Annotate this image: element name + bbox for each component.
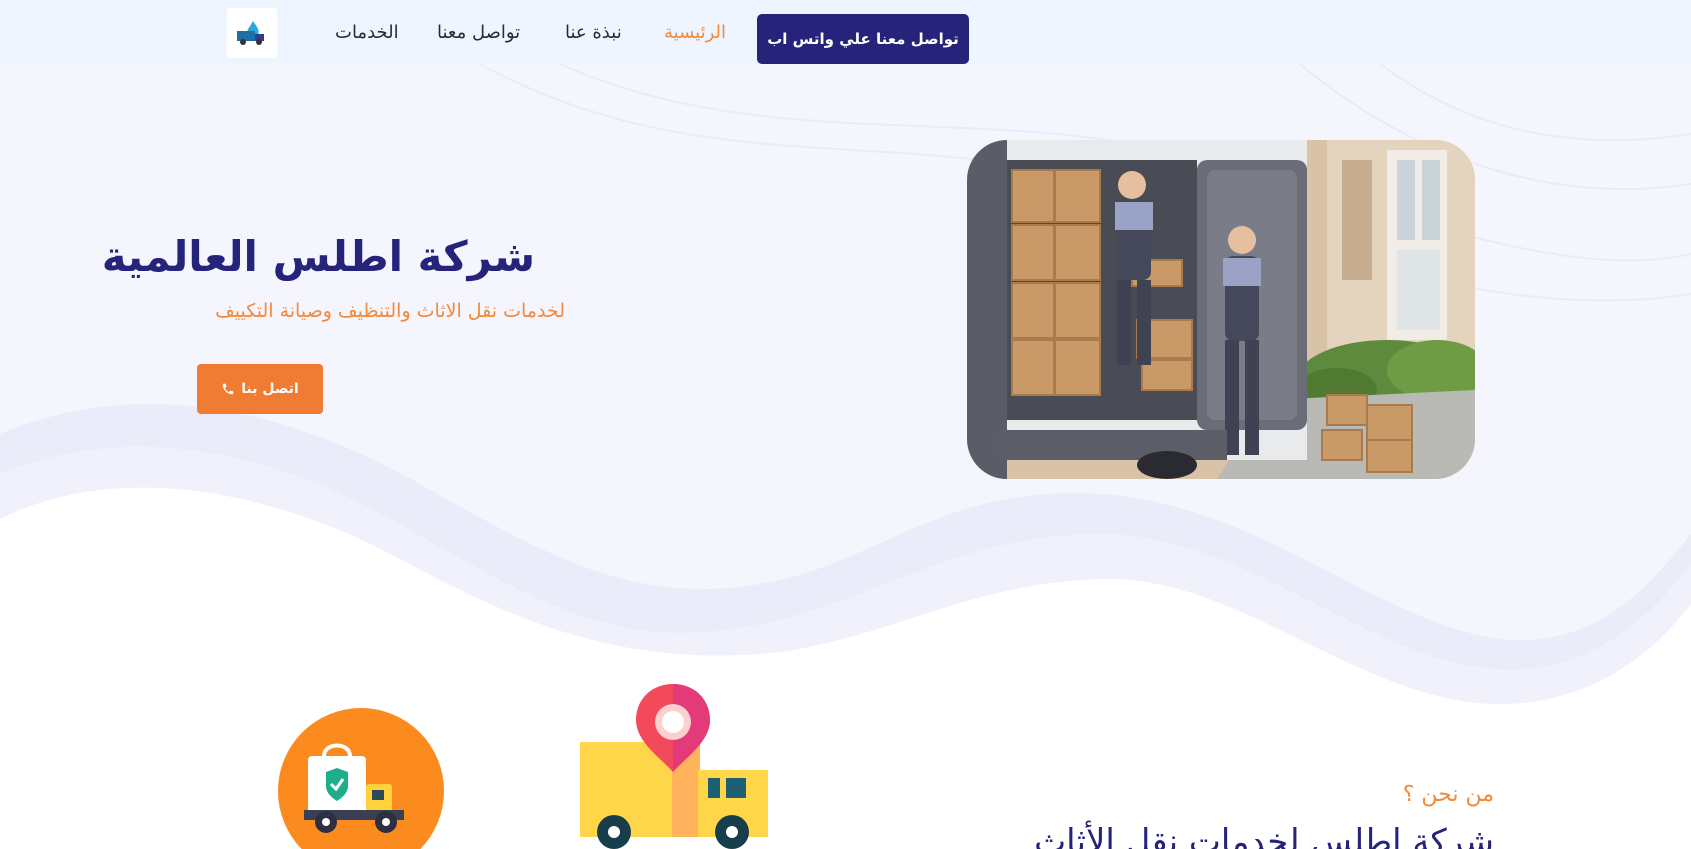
- nav-contact[interactable]: تواصل معنا: [437, 22, 520, 43]
- movers-van-illustration: [967, 140, 1475, 479]
- top-navbar: الخدمات تواصل معنا نبذة عنا الرئيسية توا…: [0, 0, 1691, 64]
- phone-icon: [223, 383, 234, 395]
- nav-home[interactable]: الرئيسية: [664, 22, 726, 43]
- whatsapp-contact-button[interactable]: تواصل معنا علي واتس اب: [757, 14, 969, 64]
- about-title: شركة اطلس لخدمات نقل الأثاث: [1034, 822, 1494, 849]
- about-kicker: من نحن ؟: [1402, 782, 1494, 807]
- page: الخدمات تواصل معنا نبذة عنا الرئيسية توا…: [0, 0, 1691, 849]
- hero-subtitle: لخدمات نقل الاثاث والتنظيف وصيانة التكيي…: [215, 300, 565, 322]
- secure-shipping-icon: [278, 708, 444, 849]
- moving-truck-logo-icon: [237, 21, 264, 45]
- call-us-label: اتصل بنا: [241, 381, 299, 397]
- nav-about[interactable]: نبذة عنا: [565, 22, 622, 43]
- hero-movers-photo: [967, 140, 1475, 479]
- delivery-truck-location-icon: [580, 684, 768, 849]
- logo[interactable]: [227, 8, 277, 58]
- nav-services[interactable]: الخدمات: [335, 22, 399, 43]
- hero-title: شركة اطلس العالمية: [101, 232, 535, 281]
- call-us-button[interactable]: اتصل بنا: [197, 364, 323, 414]
